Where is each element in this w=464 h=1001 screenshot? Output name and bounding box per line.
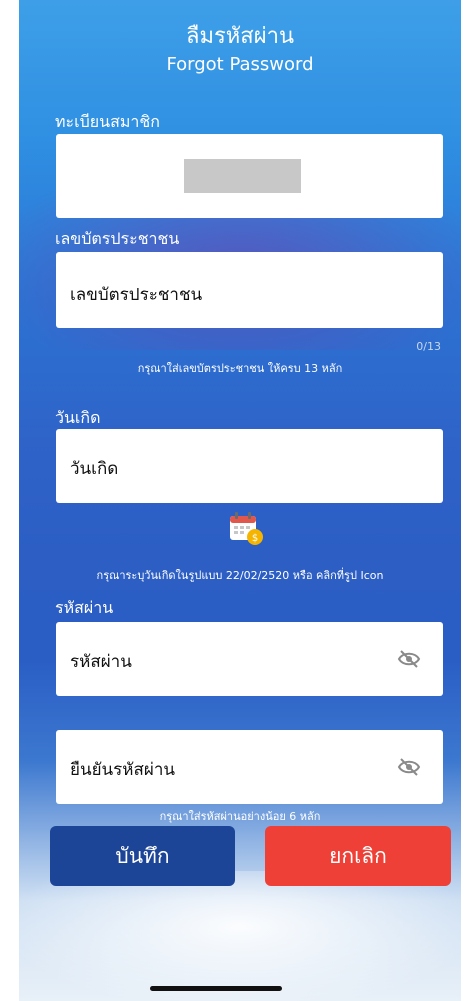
citizen-id-input[interactable]: เลขบัตรประชาชน <box>56 252 443 328</box>
citizen-id-hint: กรุณาใส่เลขบัตรประชาชน ให้ครบ 13 หลัก <box>137 362 343 375</box>
page-title-english: Forgot Password <box>166 54 314 75</box>
citizen-id-label: เลขบัตรประชาชน <box>55 229 180 248</box>
eye-slash-icon[interactable] <box>397 647 421 671</box>
password-label: รหัสผ่าน <box>55 598 114 617</box>
eye-slash-icon[interactable] <box>397 755 421 779</box>
confirm-password-placeholder: ยืนยันรหัสผ่าน <box>70 760 176 780</box>
forgot-password-screen: ลืมรหัสผ่าน Forgot Password ทะเบียนสมาชิ… <box>19 0 461 1001</box>
home-indicator <box>150 986 282 991</box>
save-button[interactable]: บันทึก <box>50 826 235 886</box>
birthdate-label: วันเกิด <box>55 408 101 427</box>
birthdate-input[interactable]: วันเกิด <box>56 429 443 503</box>
masked-member-id <box>184 159 301 193</box>
cancel-button[interactable]: ยกเลิก <box>265 826 451 886</box>
calendar-icon[interactable]: $ <box>228 510 264 546</box>
password-placeholder: รหัสผ่าน <box>70 652 132 672</box>
svg-text:$: $ <box>252 533 258 544</box>
page-title-thai: ลืมรหัสผ่าน <box>185 24 294 49</box>
citizen-id-placeholder: เลขบัตรประชาชน <box>70 285 203 305</box>
member-id-field[interactable] <box>56 134 443 218</box>
password-hint: กรุณาใส่รหัสผ่านอย่างน้อย 6 หลัก <box>159 810 321 823</box>
birthdate-hint: กรุณาระบุวันเกิดในรูปแบบ 22/02/2520 หรือ… <box>96 569 384 582</box>
birthdate-placeholder: วันเกิด <box>70 459 119 479</box>
confirm-password-input[interactable]: ยืนยันรหัสผ่าน <box>56 730 443 804</box>
password-input[interactable]: รหัสผ่าน <box>56 622 443 696</box>
member-id-label: ทะเบียนสมาชิก <box>55 112 160 131</box>
citizen-id-counter: 0/13 <box>416 340 441 353</box>
